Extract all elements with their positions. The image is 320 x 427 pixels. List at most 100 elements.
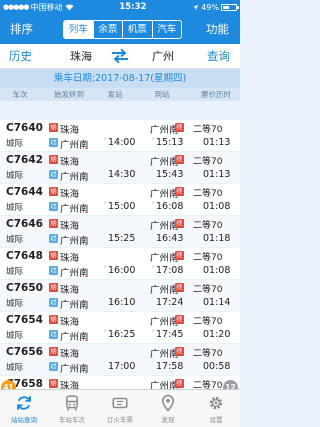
from-station: 珠海 — [60, 349, 80, 360]
functions-button[interactable]: 功能 — [206, 14, 229, 44]
history-button[interactable]: 历史 — [9, 44, 32, 69]
arrival-time: 15:13 — [156, 137, 184, 148]
from-station: 珠海 — [60, 125, 80, 136]
train-number: C7654 — [6, 314, 43, 326]
train-type: 城际 — [6, 363, 24, 373]
column-departure[interactable]: 发站 — [98, 88, 132, 101]
sort-button[interactable]: 排序 — [10, 14, 33, 44]
origin-start-tag: 始 — [49, 155, 58, 164]
trip-duration: 01:08 — [203, 265, 231, 276]
trip-duration: 01:08 — [203, 201, 231, 212]
segment-bus[interactable]: 汽车 — [151, 21, 182, 38]
train-row[interactable]: C7648 城际始过珠海 广州南 16:00 广州南终 17:08 二等70 01:08 — [0, 248, 240, 279]
terminus-tag: 终 — [175, 123, 184, 132]
refresh-icon — [17, 396, 31, 410]
train-row[interactable]: C7640 城际始过珠海 广州南 14:00 广州南终 15:13 二等70 01:13 — [0, 120, 240, 151]
departure-time: 14:30 — [108, 169, 136, 180]
arrival-time: 15:43 — [156, 169, 184, 180]
train-number: C7648 — [6, 250, 43, 262]
train-number: C7644 — [6, 186, 43, 198]
seat-price: 二等70 — [193, 317, 223, 327]
tab-label: 设置 — [209, 416, 223, 424]
train-number: C7642 — [6, 154, 43, 166]
passing-tag: 过 — [49, 202, 58, 211]
trip-duration: 01:13 — [203, 137, 231, 148]
origin-start-tag: 始 — [49, 251, 58, 260]
train-row[interactable]: C7654 城际始过珠海 广州南 16:25 广州南终 17:45 二等70 01:20 — [0, 312, 240, 343]
origin-start-tag: 始 — [49, 347, 58, 356]
arrival-time: 16:08 — [156, 201, 184, 212]
departure-time: 15:25 — [108, 233, 136, 244]
segment-remaining-tickets[interactable]: 余票 — [92, 21, 123, 38]
tab-station-query[interactable]: 站站查询 — [0, 390, 48, 427]
origin-start-tag: 始 — [49, 219, 58, 228]
wifi-icon — [65, 3, 74, 10]
seat-price: 二等70 — [193, 189, 223, 199]
tab-settings[interactable]: 设置 — [192, 390, 240, 427]
to-station: 广州南 — [60, 268, 89, 279]
query-button[interactable]: 查询 — [207, 44, 230, 69]
seat-price: 二等70 — [193, 125, 223, 135]
tab-discover[interactable]: 发现 — [144, 390, 192, 427]
train-type: 城际 — [6, 299, 24, 309]
battery-icon — [220, 3, 239, 11]
from-station: 珠海 — [60, 189, 80, 200]
departure-time: 16:10 — [108, 297, 136, 308]
segment-train[interactable]: 列车 — [64, 21, 93, 38]
train-number: C7640 — [6, 122, 43, 134]
train-type: 城际 — [6, 331, 24, 341]
train-row[interactable]: C7642 城际始过珠海 广州南 14:30 广州南终 15:43 二等70 01:13 — [0, 152, 240, 183]
swap-stations-icon[interactable] — [110, 48, 130, 64]
battery-fill — [222, 5, 229, 9]
train-number: C7646 — [6, 218, 43, 230]
seat-price: 二等70 — [193, 349, 223, 359]
trip-duration: 00:58 — [203, 361, 231, 372]
from-station: 珠海 — [60, 381, 80, 389]
terminus-tag: 终 — [175, 155, 184, 164]
train-type: 城际 — [6, 235, 24, 245]
from-station: 珠海 — [60, 253, 80, 264]
seat-price: 二等70 — [193, 285, 223, 295]
location-arrow-icon — [192, 4, 199, 10]
segment-flights[interactable]: 机票 — [122, 21, 152, 38]
column-header: 车次 始发终到 发站 到站 票价历时 — [0, 88, 240, 101]
arrival-time: 17:45 — [156, 329, 184, 340]
search-row: 历史 珠海 广州 查询 — [0, 44, 240, 69]
terminus-tag: 终 — [175, 347, 184, 356]
train-row[interactable]: C7658城际始过珠海广州南17:24广州南终18:37二等7001:13 — [0, 376, 240, 389]
status-time: 15:32 — [119, 2, 147, 12]
train-row[interactable]: C7650 城际始过珠海 广州南 16:10 广州南终 17:24 二等70 01:14 — [0, 280, 240, 311]
trip-duration: 01:20 — [203, 329, 231, 340]
tab-book-tickets[interactable]: 订火车票 — [96, 390, 144, 427]
passing-tag: 过 — [49, 298, 58, 307]
train-type: 城际 — [6, 267, 24, 277]
column-price-duration[interactable]: 票价历时 — [192, 88, 240, 101]
tab-label: 车站车次 — [59, 416, 85, 424]
train-type: 城际 — [6, 139, 24, 149]
tab-station-trains[interactable]: 车站车次 — [48, 390, 96, 427]
travel-date-label[interactable]: 乘车日期:2017-08-17(星期四) — [0, 69, 240, 88]
terminus-tag: 终 — [175, 187, 184, 196]
to-station: 广州南 — [60, 364, 89, 375]
from-station: 珠海 — [60, 285, 80, 296]
to-station: 广州南 — [60, 172, 89, 183]
origin-start-tag: 始 — [49, 283, 58, 292]
nav-bar: 排序 列车 余票 机票 汽车 功能 — [0, 14, 240, 44]
to-station: 广州南 — [60, 236, 89, 247]
to-station-field[interactable]: 广州 — [140, 44, 186, 69]
passing-tag: 过 — [49, 330, 58, 339]
to-station: 广州南 — [60, 140, 89, 151]
column-origin-terminus[interactable]: 始发终到 — [40, 88, 98, 101]
train-row[interactable]: C7644 城际始过珠海 广州南 15:00 广州南终 16:08 二等70 01:08 — [0, 184, 240, 215]
from-station-field[interactable]: 珠海 — [58, 44, 104, 69]
train-row[interactable]: C7656 城际始过珠海 广州南 17:00 广州南终 17:58 二等70 00:58 — [0, 344, 240, 375]
terminus-tag: 终 — [175, 283, 184, 292]
origin-start-tag: 始 — [49, 123, 58, 132]
train-row[interactable]: C7646 城际始过珠海 广州南 15:25 广州南终 16:43 二等70 01:18 — [0, 216, 240, 247]
column-arrival[interactable]: 到站 — [132, 88, 192, 101]
terminus-tag: 终 — [175, 219, 184, 228]
trip-duration: 01:18 — [203, 233, 231, 244]
column-train-no[interactable]: 车次 — [0, 88, 40, 101]
from-station: 珠海 — [60, 157, 80, 168]
to-station: 广州南 — [60, 332, 89, 343]
